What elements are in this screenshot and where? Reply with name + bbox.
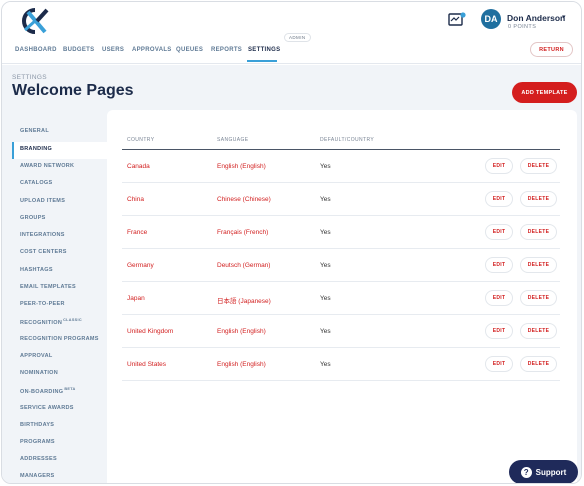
column-header-country: COUNTRY	[127, 137, 155, 143]
sidebar-item-birthdays[interactable]: BIRTHDAYS	[20, 422, 54, 428]
nav-reports[interactable]: REPORTS	[211, 47, 242, 53]
sidebar-item-recognition-programs[interactable]: RECOGNITION PROGRAMS	[20, 336, 99, 342]
delete-button[interactable]: DELETE	[520, 356, 557, 372]
delete-button[interactable]: DELETE	[520, 191, 557, 207]
admin-badge: ADMIN	[284, 33, 311, 42]
country-link[interactable]: United States	[127, 361, 166, 368]
user-points: 0 POINTS	[508, 24, 537, 30]
sidebar-item-hashtags[interactable]: HASHTAGS	[20, 267, 53, 273]
sidebar-item-on-boarding[interactable]: ON-BOARDINGBETA	[20, 387, 76, 395]
nav-queues[interactable]: QUEUES	[176, 47, 203, 53]
language-cell: Chinese (Chinese)	[217, 196, 271, 203]
default-cell: Yes	[320, 328, 331, 335]
column-header-language: SANGUAGE	[217, 137, 249, 143]
table-row: United Kingdom English (English) Yes EDI…	[122, 315, 560, 348]
nav-users[interactable]: USERS	[102, 47, 124, 53]
sidebar-item-branding[interactable]: BRANDING	[20, 146, 52, 152]
language-cell: English (English)	[217, 163, 266, 170]
sidebar-item-email-templates[interactable]: EMAIL TEMPLATES	[20, 284, 76, 290]
edit-button[interactable]: EDIT	[485, 356, 513, 372]
support-button[interactable]: ? Support	[509, 460, 578, 483]
return-button[interactable]: RETURN	[530, 42, 573, 57]
question-icon: ?	[520, 466, 532, 478]
country-link[interactable]: United Kingdom	[127, 328, 173, 335]
country-link[interactable]: China	[127, 196, 144, 203]
country-link[interactable]: Japan	[127, 295, 145, 302]
app-window: DA Don Anderson ▾ 0 POINTS DASHBOARD BUD…	[1, 1, 582, 484]
table-row: China Chinese (Chinese) Yes EDIT DELETE	[122, 183, 560, 216]
user-name[interactable]: Don Anderson	[507, 13, 565, 23]
table-row: Germany Deutsch (German) Yes EDIT DELETE	[122, 249, 560, 282]
delete-button[interactable]: DELETE	[520, 290, 557, 306]
sidebar-item-groups[interactable]: GROUPS	[20, 215, 46, 221]
country-link[interactable]: Germany	[127, 262, 154, 269]
table-row: France Français (French) Yes EDIT DELETE	[122, 216, 560, 249]
nav-budgets[interactable]: BUDGETS	[63, 47, 94, 53]
column-header-default: DEFAULT/COUNTRY	[320, 137, 375, 143]
default-cell: Yes	[320, 229, 331, 236]
breadcrumb[interactable]: SETTINGS	[12, 74, 47, 81]
language-cell: Français (French)	[217, 229, 269, 236]
brand-logo[interactable]	[15, 6, 53, 36]
language-cell: English (English)	[217, 328, 266, 335]
sidebar-item-catalogs[interactable]: CATALOGS	[20, 180, 52, 186]
sidebar-item-integrations[interactable]: INTEGRATIONS	[20, 232, 65, 238]
notification-icon[interactable]	[448, 12, 466, 26]
table-row: United States English (English) Yes EDIT…	[122, 348, 560, 381]
language-cell: Deutsch (German)	[217, 262, 271, 269]
sidebar-item-peer-to-peer[interactable]: PEER-TO-PEER	[20, 301, 65, 307]
default-cell: Yes	[320, 163, 331, 170]
nav-settings[interactable]: SETTINGS	[248, 47, 280, 53]
page-title: Welcome Pages	[12, 82, 134, 99]
nav-approvals[interactable]: APPROVALS	[132, 47, 172, 53]
main-nav: DASHBOARD BUDGETS USERS APPROVALS QUEUES…	[2, 33, 581, 64]
default-cell: Yes	[320, 361, 331, 368]
default-cell: Yes	[320, 295, 331, 302]
add-template-button[interactable]: ADD TEMPLATE	[512, 82, 577, 103]
sidebar-item-service-awards[interactable]: SERVICE AWARDS	[20, 405, 74, 411]
sidebar-item-addresses[interactable]: ADDRESSES	[20, 456, 57, 462]
edit-button[interactable]: EDIT	[485, 191, 513, 207]
sidebar-item-approval[interactable]: APPROVAL	[20, 353, 53, 359]
edit-button[interactable]: EDIT	[485, 290, 513, 306]
delete-button[interactable]: DELETE	[520, 323, 557, 339]
delete-button[interactable]: DELETE	[520, 257, 557, 273]
settings-sidebar: GENERAL BRANDING AWARD NETWORK CATALOGS …	[12, 122, 107, 483]
default-cell: Yes	[320, 262, 331, 269]
sidebar-item-upload-items[interactable]: UPLOAD ITEMS	[20, 198, 65, 204]
edit-button[interactable]: EDIT	[485, 323, 513, 339]
table-row: Japan 日本語 (Japanese) Yes EDIT DELETE	[122, 282, 560, 315]
sidebar-item-nomination[interactable]: NOMINATION	[20, 370, 58, 376]
table-row: Canada English (English) Yes EDIT DELETE	[122, 150, 560, 183]
support-label: Support	[535, 467, 567, 477]
active-tab-indicator	[247, 60, 277, 62]
welcome-pages-table: COUNTRY SANGUAGE DEFAULT/COUNTRY Canada …	[107, 110, 577, 483]
edit-button[interactable]: EDIT	[485, 257, 513, 273]
language-cell: English (English)	[217, 361, 266, 368]
delete-button[interactable]: DELETE	[520, 224, 557, 240]
avatar[interactable]: DA	[481, 9, 501, 29]
sidebar-item-managers[interactable]: MANAGERS	[20, 473, 54, 479]
chevron-down-icon[interactable]: ▾	[562, 13, 566, 21]
sidebar-item-cost-centers[interactable]: COST CENTERS	[20, 249, 67, 255]
sidebar-item-programs[interactable]: PROGRAMS	[20, 439, 55, 445]
country-link[interactable]: Canada	[127, 163, 150, 170]
edit-button[interactable]: EDIT	[485, 224, 513, 240]
delete-button[interactable]: DELETE	[520, 158, 557, 174]
sidebar-item-general[interactable]: GENERAL	[20, 128, 49, 134]
sidebar-item-award-network[interactable]: AWARD NETWORK	[20, 163, 74, 169]
country-link[interactable]: France	[127, 229, 147, 236]
default-cell: Yes	[320, 196, 331, 203]
sidebar-item-recognition[interactable]: RECOGNITIONCLASSIC	[20, 318, 82, 326]
nav-dashboard[interactable]: DASHBOARD	[15, 47, 57, 53]
edit-button[interactable]: EDIT	[485, 158, 513, 174]
language-cell: 日本語 (Japanese)	[217, 298, 271, 305]
